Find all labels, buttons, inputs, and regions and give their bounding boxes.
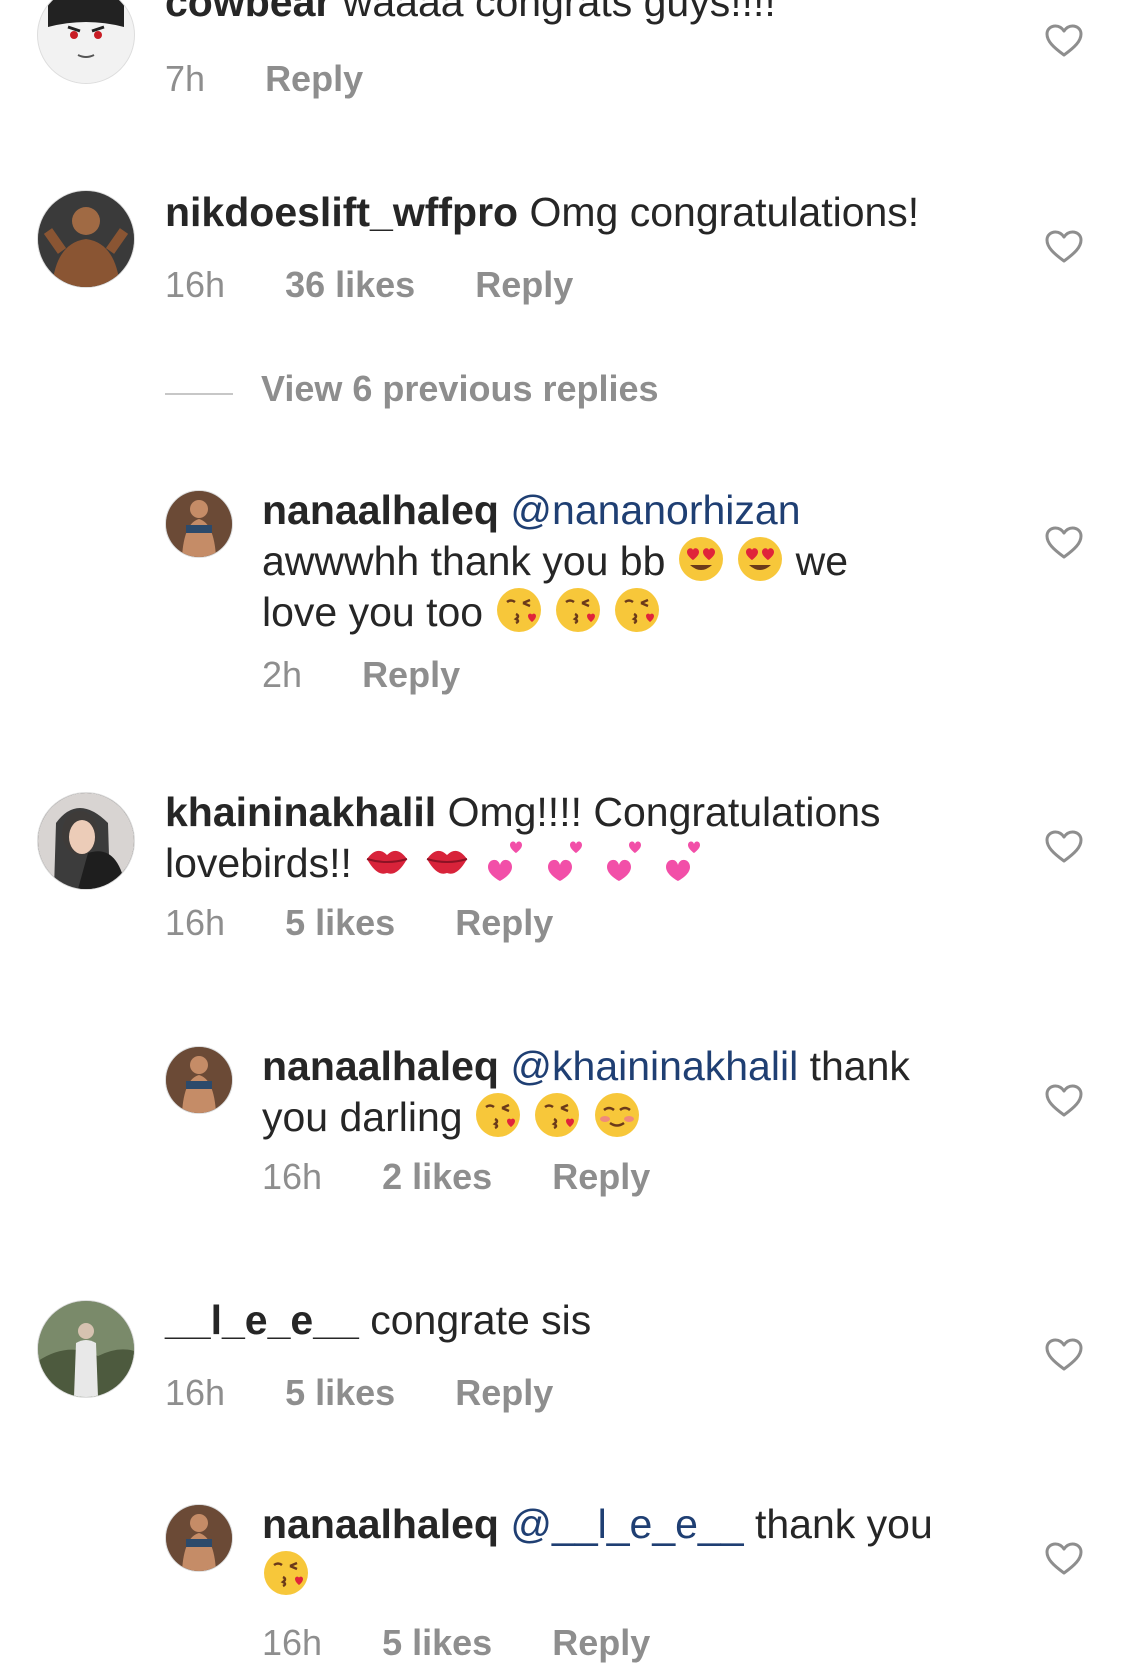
comment-text: nikdoeslift_wffpro Omg congratulations! [165,188,965,237]
like-heart-icon[interactable] [1045,526,1083,560]
comment-time: 16h [165,1372,226,1413]
comment-body: waaaa congrats guys!!!! [342,0,776,25]
like-heart-icon[interactable] [1045,1338,1083,1372]
comment-body: love you too [262,589,484,635]
kiss-emoji-icon [613,586,661,634]
comment-username[interactable]: cowbear [165,0,331,25]
reply-button[interactable]: Reply [455,902,553,943]
comment-lee: __l_e_e__ congrate sis 16h 5 likes Reply [0,1296,1125,1446]
kiss-mark-emoji-icon [423,837,471,885]
avatar-image [166,491,232,557]
reply-button[interactable]: Reply [552,1156,650,1197]
likes-count[interactable]: 5 likes [382,1622,492,1663]
avatar[interactable] [165,1046,233,1114]
comment-username[interactable]: khaininakhalil [165,789,436,835]
likes-count[interactable]: 2 likes [382,1156,492,1197]
reply-button[interactable]: Reply [552,1622,650,1663]
heart-eyes-emoji-icon [736,535,784,583]
reply-nanaalhaleq-2: nanaalhaleq @khaininakhalil thank you da… [0,1042,1125,1222]
comment-body: thank [809,1043,910,1089]
comment-body: we [795,538,849,584]
like-heart-icon[interactable] [1045,830,1083,864]
mention-link[interactable]: @khaininakhalil [510,1043,798,1089]
comment-time: 7h [165,58,206,99]
comment-meta: 7h Reply [165,58,413,100]
comment-body: you darling [262,1094,463,1140]
reply-nanaalhaleq-3: nanaalhaleq @__l_e_e__ thank you 16h 5 l… [0,1500,1125,1663]
mention-link[interactable]: @nananorhizan [510,487,800,533]
comment-username[interactable]: nanaalhaleq [262,1043,499,1089]
comment-meta: 16h 36 likes Reply [165,264,623,306]
likes-count[interactable]: 5 likes [285,902,395,943]
comment-body: awwwhh thank you bb [262,538,666,584]
comment-text: nanaalhaleq @khaininakhalil thank you da… [262,1042,1062,1142]
two-hearts-emoji-icon [542,837,590,885]
comment-cowbear: cowbear waaaa congrats guys!!!! 7h Reply [0,0,1125,120]
comment-body: lovebirds!! [165,840,352,886]
comment-meta: 2h Reply [262,654,510,696]
avatar-image [166,1505,232,1571]
likes-count[interactable]: 5 likes [285,1372,395,1413]
comment-username[interactable]: __l_e_e__ [165,1297,359,1343]
mention-link[interactable]: @__l_e_e__ [510,1501,743,1547]
kiss-emoji-icon [495,586,543,634]
avatar[interactable] [37,190,135,288]
heart-eyes-emoji-icon [677,535,725,583]
likes-count[interactable]: 36 likes [285,264,415,305]
avatar-image [166,1047,232,1113]
comment-time: 16h [165,902,226,943]
two-hearts-emoji-icon [601,837,649,885]
kiss-emoji-icon [554,586,602,634]
comment-time: 16h [165,264,226,305]
comment-text: khaininakhalil Omg!!!! Congratulations l… [165,788,965,888]
reply-button[interactable]: Reply [475,264,573,305]
reply-nanaalhaleq-1: nanaalhaleq @nananorhizan awwwhh thank y… [0,486,1125,706]
comment-body: Omg!!!! Congratulations [447,789,881,835]
divider-line [165,393,233,395]
comment-meta: 16h 2 likes Reply [262,1156,700,1198]
comment-username[interactable]: nanaalhaleq [262,1501,499,1547]
comment-time: 2h [262,654,303,695]
comment-username[interactable]: nikdoeslift_wffpro [165,189,518,235]
kiss-mark-emoji-icon [363,837,411,885]
avatar[interactable] [165,490,233,558]
comment-text: cowbear waaaa congrats guys!!!! [165,0,965,27]
avatar[interactable] [37,0,135,84]
comment-khaininakhalil: khaininakhalil Omg!!!! Congratulations l… [0,788,1125,968]
comment-meta: 16h 5 likes Reply [165,1372,603,1414]
comment-nikdoeslift: nikdoeslift_wffpro Omg congratulations! … [0,180,1125,330]
kiss-emoji-icon [474,1091,522,1139]
reply-button[interactable]: Reply [265,58,363,99]
like-heart-icon[interactable] [1045,1084,1083,1118]
avatar-image [38,793,134,889]
avatar-image [38,1301,134,1397]
avatar-image [38,191,134,287]
comment-body: thank you [754,1501,933,1547]
like-heart-icon[interactable] [1045,24,1083,58]
avatar[interactable] [37,1300,135,1398]
comment-body: Omg congratulations! [529,189,920,235]
two-hearts-emoji-icon [482,837,530,885]
two-hearts-emoji-icon [660,837,708,885]
comment-text: nanaalhaleq @__l_e_e__ thank you [262,1500,1062,1600]
kiss-emoji-icon [262,1549,310,1597]
comment-meta: 16h 5 likes Reply [165,902,603,944]
avatar[interactable] [165,1504,233,1572]
comment-time: 16h [262,1156,323,1197]
reply-button[interactable]: Reply [455,1372,553,1413]
kiss-emoji-icon [533,1091,581,1139]
comment-time: 16h [262,1622,323,1663]
comment-meta: 16h 5 likes Reply [262,1622,700,1664]
view-replies-label[interactable]: View 6 previous replies [261,368,659,410]
comment-text: __l_e_e__ congrate sis [165,1296,965,1345]
blush-emoji-icon [593,1091,641,1139]
avatar[interactable] [37,792,135,890]
like-heart-icon[interactable] [1045,230,1083,264]
avatar-image [38,0,134,83]
reply-button[interactable]: Reply [362,654,460,695]
comment-body: congrate sis [370,1297,592,1343]
like-heart-icon[interactable] [1045,1542,1083,1576]
comment-username[interactable]: nanaalhaleq [262,487,499,533]
comment-text: nanaalhaleq @nananorhizan awwwhh thank y… [262,486,1062,637]
